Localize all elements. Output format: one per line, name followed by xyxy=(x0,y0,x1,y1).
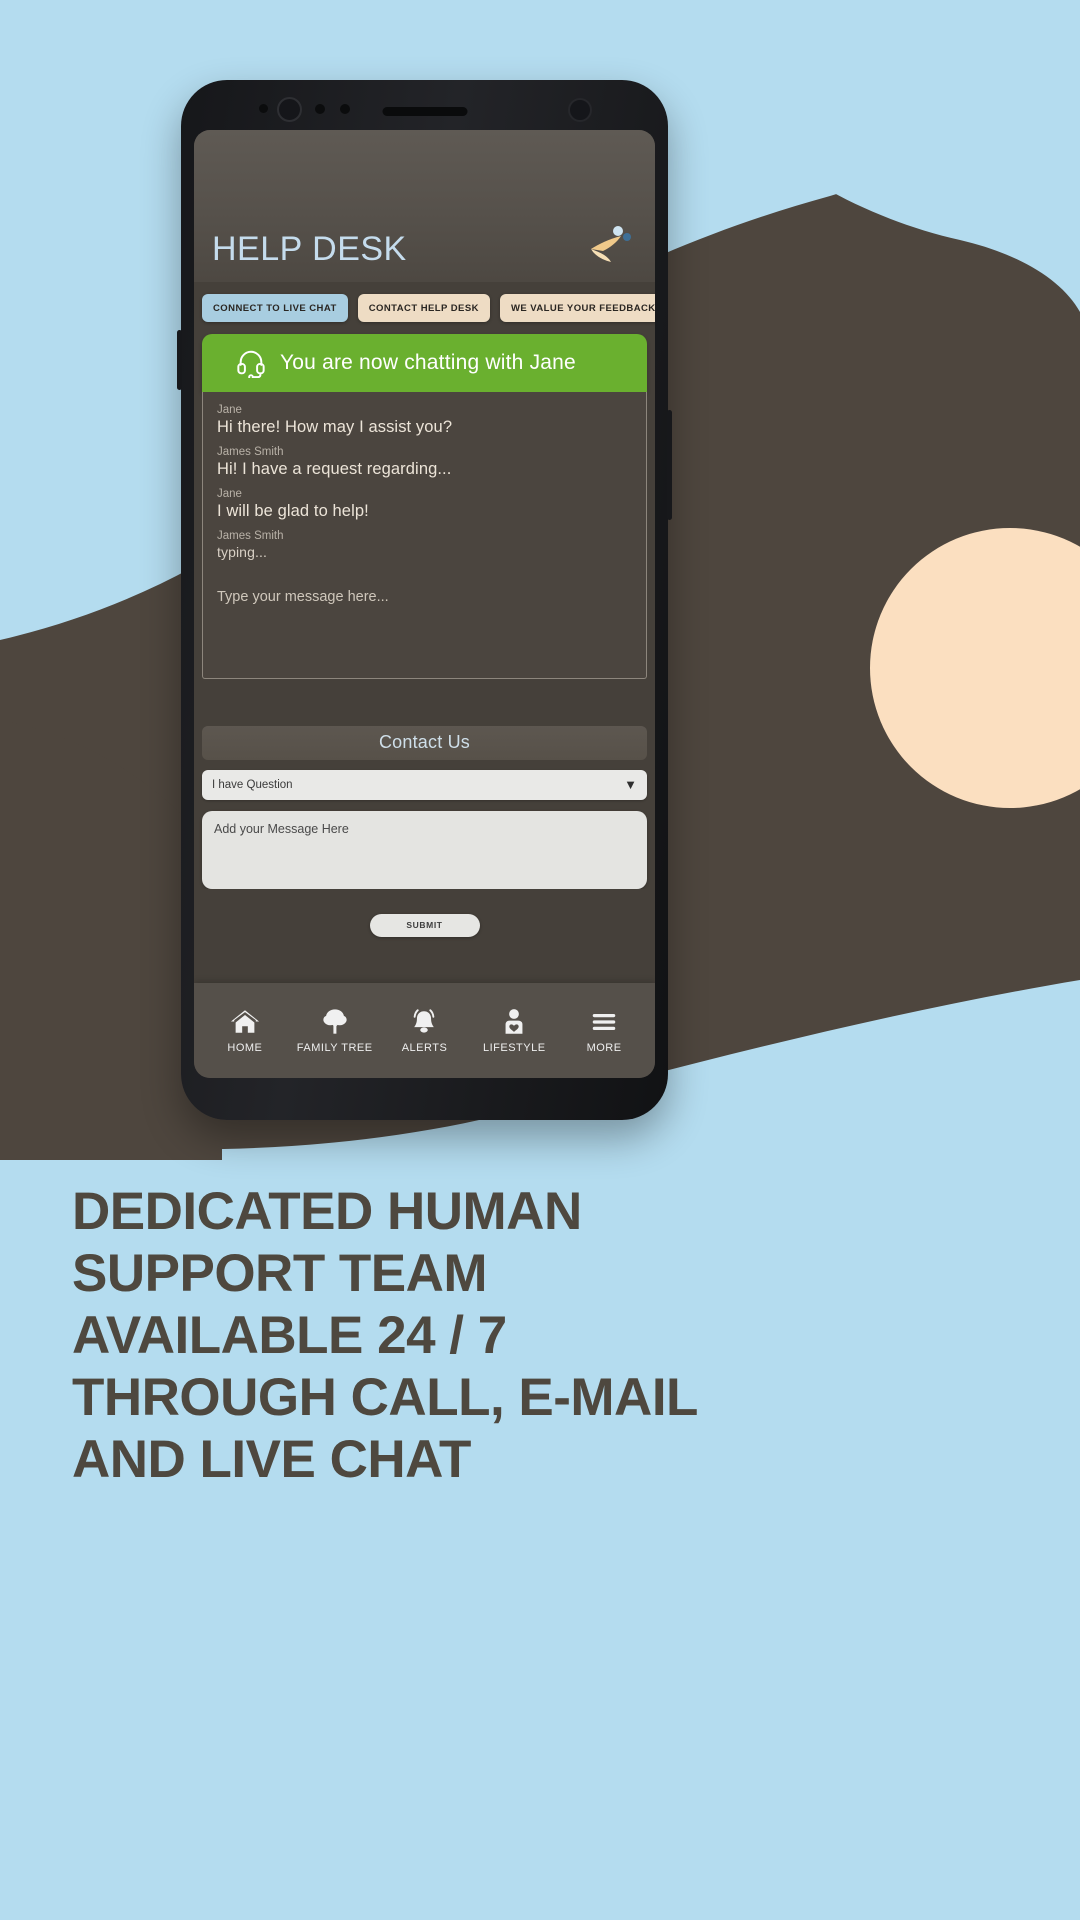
chat-status-banner: You are now chatting with Jane xyxy=(202,334,647,392)
front-camera-icon xyxy=(277,97,302,122)
nav-label: ALERTS xyxy=(401,1041,448,1054)
chevron-down-icon: ▼ xyxy=(624,777,637,792)
chat-message: Jane Hi there! How may I assist you? xyxy=(217,404,632,437)
bird-logo-icon xyxy=(591,226,631,262)
tab-contact-help-desk[interactable]: CONTACT HELP DESK xyxy=(357,294,490,322)
bell-icon xyxy=(414,1008,435,1033)
contact-message-input[interactable]: Add your Message Here xyxy=(202,810,647,889)
live-chat-section: You are now chatting with Jane Jane Hi t… xyxy=(194,334,655,708)
chat-message-typing: James Smith typing... xyxy=(217,530,632,560)
chat-message: Jane I will be glad to help! xyxy=(217,488,632,521)
nav-label: LIFESTYLE xyxy=(482,1041,546,1054)
app-header: HELP DESK xyxy=(194,130,655,282)
message-sender: Jane xyxy=(217,404,242,416)
phone-mockup: HELP DESK CONNECT TO LIVE CHAT CONTACT H… xyxy=(177,80,672,1120)
nav-item-alerts[interactable]: ALERTS xyxy=(380,1008,468,1054)
typing-indicator: typing... xyxy=(217,544,267,560)
person-heart-icon xyxy=(505,1008,523,1034)
submit-row: SUBMIT xyxy=(194,888,655,955)
nav-item-family-tree[interactable]: FAMILY TREE xyxy=(291,1008,379,1054)
message-text: Hi! I have a request regarding... xyxy=(217,460,452,478)
subject-select-value: I have Question xyxy=(212,778,293,791)
phone-volume-button xyxy=(177,330,182,390)
headline-line-1: DEDICATED HUMAN xyxy=(72,1182,582,1241)
headline-line-2: SUPPORT TEAM xyxy=(72,1244,488,1304)
headset-icon xyxy=(237,350,265,378)
submit-button-label: SUBMIT xyxy=(406,920,443,930)
tree-icon xyxy=(323,1008,347,1034)
headline-line-5: AND LIVE CHAT xyxy=(72,1430,471,1490)
nav-label: FAMILY TREE xyxy=(296,1041,373,1054)
bottom-navigation-bar: HOME FAMILY TREE ALERTS LIFESTYLE MORE xyxy=(194,983,655,1078)
page-title: HELP DESK xyxy=(212,230,407,268)
sensor-dot-3 xyxy=(340,104,350,114)
sensor-dot-2 xyxy=(315,104,325,114)
chat-message: James Smith Hi! I have a request regardi… xyxy=(217,446,632,479)
chat-input-placeholder: Type your message here... xyxy=(217,589,389,605)
phone-power-button xyxy=(667,410,672,520)
chat-message-list: Jane Hi there! How may I assist you? Jam… xyxy=(202,392,647,577)
nav-item-home[interactable]: HOME xyxy=(201,1008,289,1054)
nav-label: MORE xyxy=(586,1041,622,1054)
message-sender: Jane xyxy=(217,488,242,500)
phone-top-bezel xyxy=(181,80,668,132)
contact-us-section: Contact Us I have Question ▼ Add your Me… xyxy=(194,707,655,889)
tab-we-value-feedback[interactable]: WE VALUE YOUR FEEDBACK xyxy=(499,294,655,322)
contact-us-heading: Contact Us xyxy=(202,725,647,760)
phone-screen: HELP DESK CONNECT TO LIVE CHAT CONTACT H… xyxy=(194,130,655,1078)
earpiece-speaker xyxy=(382,107,467,116)
contact-input-placeholder: Add your Message Here xyxy=(214,821,349,836)
nav-label: HOME xyxy=(227,1041,263,1054)
tab-label: CONTACT HELP DESK xyxy=(368,302,479,314)
message-sender: James Smith xyxy=(217,446,284,458)
content-spacer xyxy=(194,954,655,983)
submit-button[interactable]: SUBMIT xyxy=(369,913,480,937)
home-icon xyxy=(230,1009,259,1033)
headline-line-3: AVAILABLE 24 / 7 xyxy=(72,1306,507,1366)
chat-status-text: You are now chatting with Jane xyxy=(280,351,576,374)
nav-item-more[interactable]: MORE xyxy=(560,1008,648,1054)
sensor-dot-1 xyxy=(259,104,268,113)
message-text: Hi there! How may I assist you? xyxy=(217,418,453,436)
message-sender: James Smith xyxy=(217,530,284,542)
chat-message-input[interactable]: Type your message here... xyxy=(202,577,647,679)
headline-line-4: THROUGH CALL, E-MAIL xyxy=(72,1368,698,1428)
message-text: I will be glad to help! xyxy=(217,502,369,520)
tab-label: CONNECT TO LIVE CHAT xyxy=(213,302,337,314)
nav-item-lifestyle[interactable]: LIFESTYLE xyxy=(470,1008,558,1054)
hamburger-menu-icon xyxy=(592,1013,616,1030)
tab-label: WE VALUE YOUR FEEDBACK xyxy=(510,302,655,314)
tab-connect-live-chat[interactable]: CONNECT TO LIVE CHAT xyxy=(202,294,348,322)
tab-bar[interactable]: CONNECT TO LIVE CHAT CONTACT HELP DESK W… xyxy=(194,282,655,334)
marketing-headline: DEDICATED HUMAN SUPPORT TEAM AVAILABLE 2… xyxy=(72,1182,952,1495)
secondary-camera-icon xyxy=(568,98,592,122)
subject-select[interactable]: I have Question ▼ xyxy=(202,769,647,800)
